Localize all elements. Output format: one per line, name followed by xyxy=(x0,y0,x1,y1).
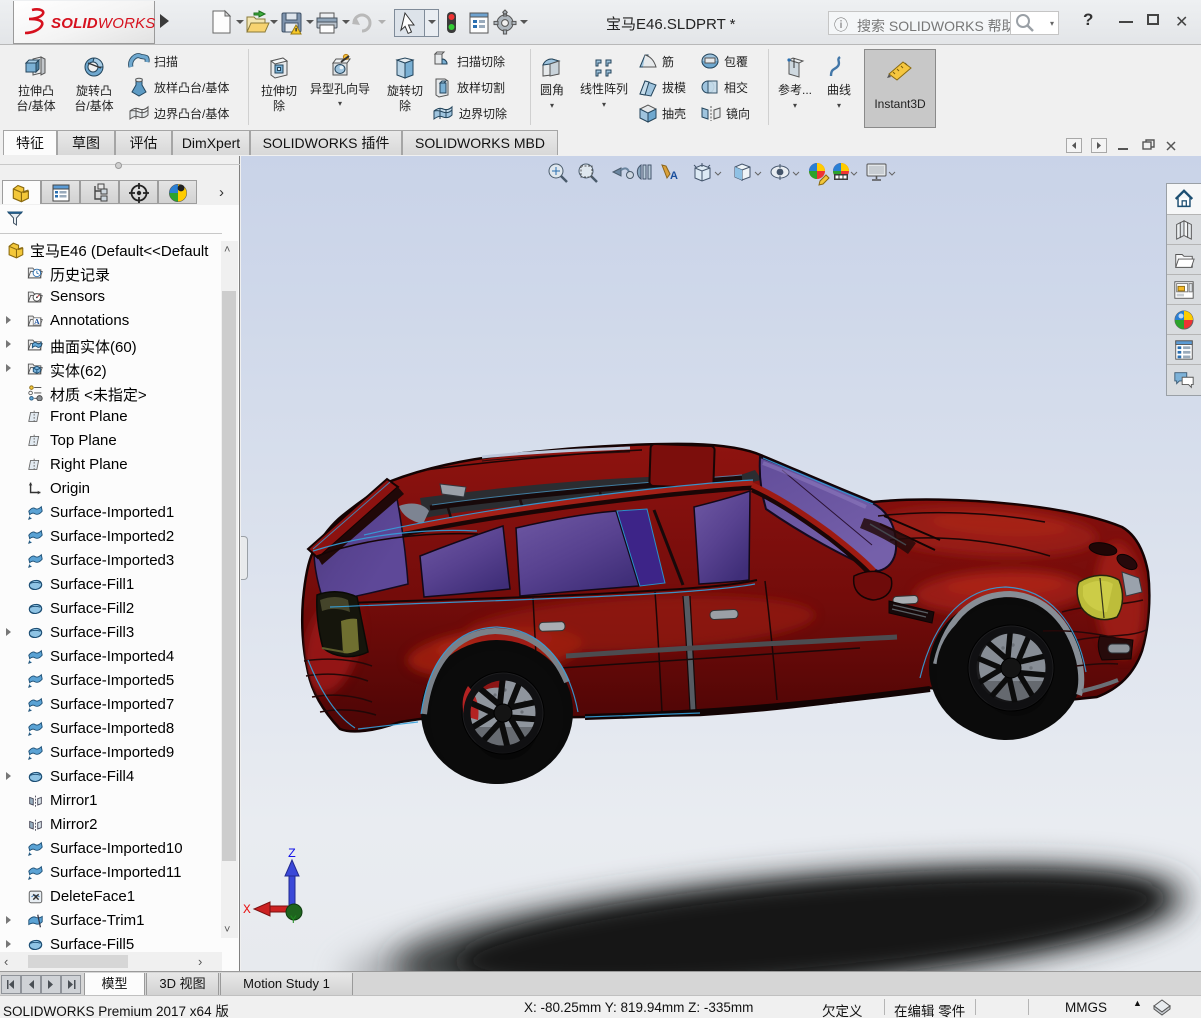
svg-text:A: A xyxy=(670,170,678,182)
svg-text:Y: Y xyxy=(290,915,297,923)
svg-text:X: X xyxy=(243,902,251,917)
svg-text:Z: Z xyxy=(288,846,296,861)
